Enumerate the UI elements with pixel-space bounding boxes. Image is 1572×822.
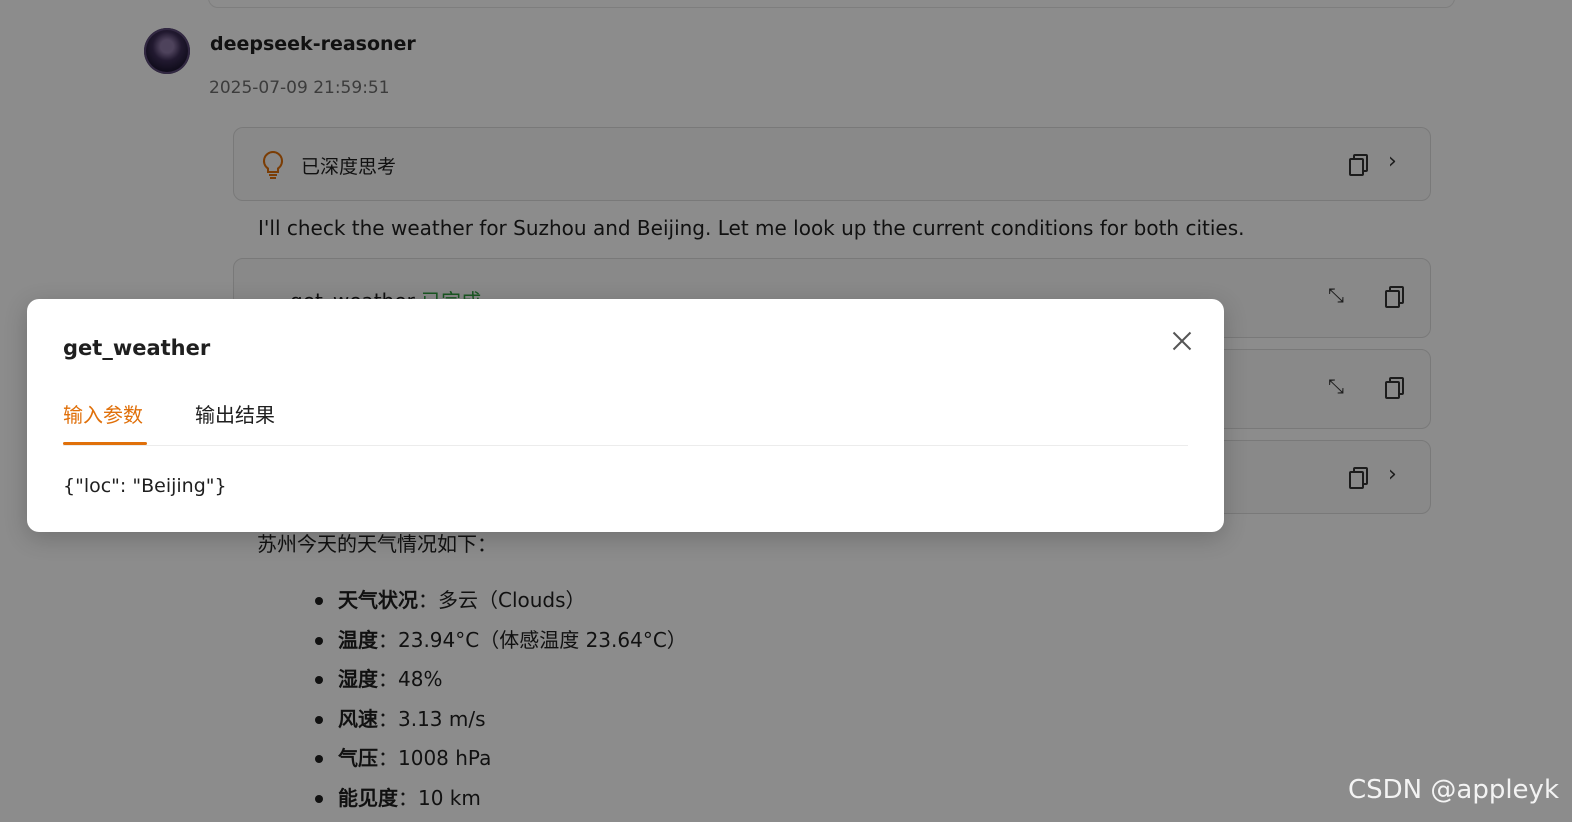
active-tab-indicator bbox=[63, 442, 147, 445]
watermark: CSDN @appleyk bbox=[1348, 775, 1559, 805]
tab-output-result[interactable]: 输出结果 bbox=[195, 399, 275, 428]
close-icon[interactable] bbox=[1168, 327, 1196, 355]
modal-tabs: 输入参数 输出结果 bbox=[63, 397, 1188, 446]
input-params-text: {"loc": "Beijing"} bbox=[63, 475, 227, 497]
modal-title: get_weather bbox=[63, 336, 211, 360]
tab-input-params[interactable]: 输入参数 bbox=[63, 399, 143, 428]
tool-detail-modal: get_weather 输入参数 输出结果 {"loc": "Beijing"} bbox=[27, 299, 1224, 532]
